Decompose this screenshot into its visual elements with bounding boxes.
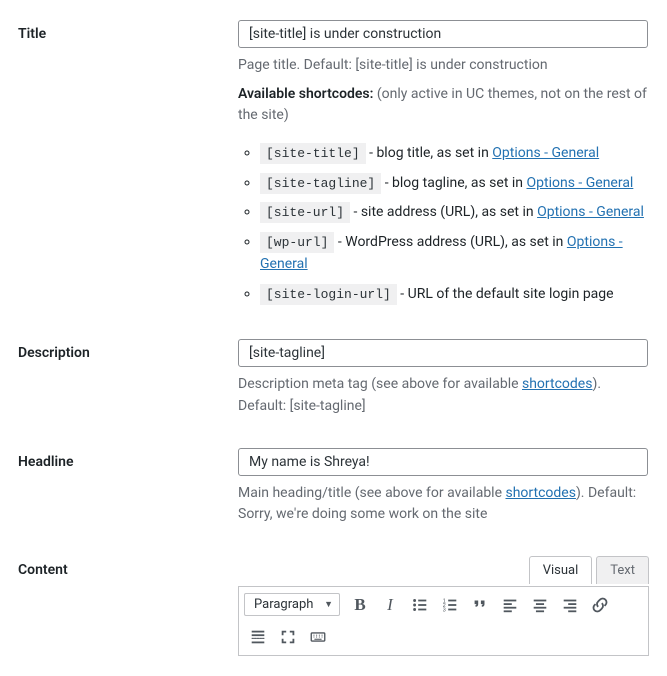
title-help-shortcodes-intro: Available shortcodes: (only active in UC… — [238, 84, 649, 127]
editor-wrap: Visual Text Paragraph ▼ B I 123 — [238, 586, 649, 656]
numbered-list-icon: 123 — [441, 596, 459, 614]
align-left-button[interactable] — [496, 591, 524, 619]
headline-help-a: Main heading/title (see above for availa… — [238, 485, 505, 501]
shortcodes-link[interactable]: shortcodes — [505, 485, 575, 501]
list-item: [site-tagline] - blog tagline, as set in… — [260, 169, 649, 199]
read-more-icon — [249, 628, 267, 646]
headline-help: Main heading/title (see above for availa… — [238, 483, 649, 526]
shortcode-desc: - site address (URL), as set in — [350, 204, 537, 220]
headline-field: Main heading/title (see above for availa… — [238, 448, 649, 526]
description-label: Description — [18, 339, 238, 361]
bullet-list-icon — [411, 596, 429, 614]
shortcode-desc: - WordPress address (URL), as set in — [334, 234, 566, 250]
shortcode-code: [site-title] — [260, 143, 366, 164]
headline-label: Headline — [18, 448, 238, 470]
shortcode-desc: - blog title, as set in — [366, 145, 493, 161]
align-left-icon — [501, 596, 519, 614]
description-field: Description meta tag (see above for avai… — [238, 339, 649, 417]
headline-input[interactable] — [238, 448, 648, 476]
blockquote-button[interactable] — [466, 591, 494, 619]
shortcode-code: [site-url] — [260, 202, 350, 223]
shortcodes-list: [site-title] - blog title, as set in Opt… — [238, 139, 649, 309]
align-right-button[interactable] — [556, 591, 584, 619]
editor-box: Paragraph ▼ B I 123 — [238, 586, 649, 656]
shortcode-desc: - blog tagline, as set in — [381, 175, 526, 191]
title-help-default: Page title. Default: [site-title] is und… — [238, 55, 649, 77]
editor-tabs: Visual Text — [525, 556, 649, 584]
list-item: [wp-url] - WordPress address (URL), as s… — [260, 228, 649, 279]
shortcode-code: [site-tagline] — [260, 173, 381, 194]
align-center-button[interactable] — [526, 591, 554, 619]
shortcode-code: [site-login-url] — [260, 284, 397, 305]
list-item: [site-login-url] - URL of the default si… — [260, 280, 649, 310]
field-headline-row: Headline Main heading/title (see above f… — [18, 448, 649, 526]
link-button[interactable] — [586, 591, 614, 619]
fullscreen-icon — [279, 628, 297, 646]
format-select[interactable]: Paragraph ▼ — [244, 593, 340, 616]
editor-toolbar: Paragraph ▼ B I 123 — [239, 587, 648, 655]
align-center-icon — [531, 596, 549, 614]
description-input[interactable] — [238, 339, 648, 367]
field-content-row: Content Visual Text Paragraph ▼ B I — [18, 556, 649, 656]
numbered-list-button[interactable]: 123 — [436, 591, 464, 619]
shortcode-desc: - URL of the default site login page — [397, 286, 614, 302]
italic-button[interactable]: I — [376, 591, 404, 619]
chevron-down-icon: ▼ — [324, 599, 333, 610]
description-help-a: Description meta tag (see above for avai… — [238, 376, 522, 392]
title-input[interactable] — [238, 20, 648, 48]
shortcode-code: [wp-url] — [260, 232, 334, 253]
link-icon — [591, 596, 609, 614]
toolbar-toggle-button[interactable] — [304, 623, 332, 651]
title-label: Title — [18, 20, 238, 42]
read-more-button[interactable] — [244, 623, 272, 651]
list-item: [site-title] - blog title, as set in Opt… — [260, 139, 649, 169]
keyboard-icon — [309, 628, 327, 646]
align-right-icon — [561, 596, 579, 614]
bullet-list-button[interactable] — [406, 591, 434, 619]
shortcodes-link[interactable]: shortcodes — [522, 376, 592, 392]
fullscreen-button[interactable] — [274, 623, 302, 651]
tab-text[interactable]: Text — [596, 556, 649, 584]
svg-text:3: 3 — [443, 607, 446, 613]
description-help: Description meta tag (see above for avai… — [238, 374, 649, 417]
options-general-link[interactable]: Options - General — [492, 145, 599, 161]
field-title-row: Title Page title. Default: [site-title] … — [18, 20, 649, 309]
content-label: Content — [18, 556, 238, 578]
bold-button[interactable]: B — [346, 591, 374, 619]
tab-visual[interactable]: Visual — [529, 556, 593, 584]
title-field: Page title. Default: [site-title] is und… — [238, 20, 649, 309]
format-select-label: Paragraph — [254, 597, 313, 612]
content-field: Visual Text Paragraph ▼ B I 123 — [238, 556, 649, 656]
field-description-row: Description Description meta tag (see ab… — [18, 339, 649, 417]
list-item: [site-url] - site address (URL), as set … — [260, 198, 649, 228]
available-shortcodes-label: Available shortcodes: — [238, 86, 373, 102]
quote-icon — [471, 596, 489, 614]
options-general-link[interactable]: Options - General — [537, 204, 644, 220]
options-general-link[interactable]: Options - General — [527, 175, 634, 191]
